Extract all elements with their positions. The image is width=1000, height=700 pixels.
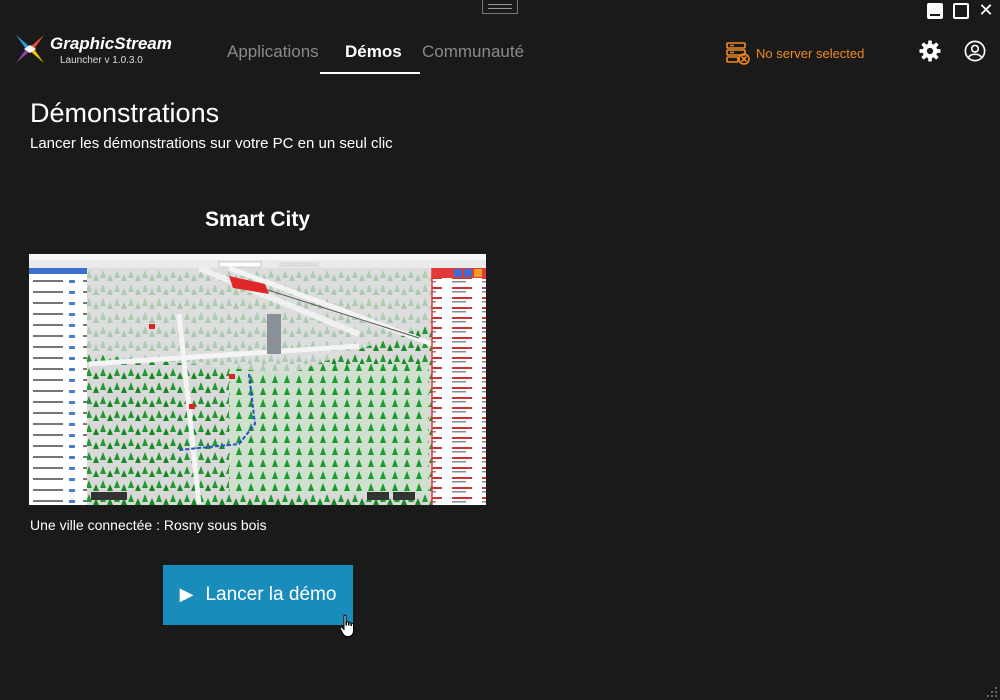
minimize-button[interactable] — [927, 3, 943, 19]
app-version: Launcher v 1.0.3.0 — [60, 55, 143, 66]
gear-icon[interactable] — [919, 40, 941, 62]
hand-pointer-cursor-icon — [339, 614, 354, 637]
brand: GraphicStream Launcher v 1.0.3.0 — [50, 34, 172, 67]
tab-demos[interactable]: Démos — [345, 42, 402, 62]
server-selector[interactable]: No server selected — [726, 41, 864, 65]
demo-thumbnail[interactable] — [29, 254, 486, 505]
graphicstream-logo-icon — [16, 35, 44, 63]
launch-demo-button[interactable]: ▶ Lancer la démo — [163, 565, 353, 625]
smart-city-screenshot-image — [29, 254, 486, 505]
tab-communaute[interactable]: Communauté — [422, 42, 524, 62]
active-tab-indicator — [320, 72, 420, 74]
close-button[interactable]: ✕ — [978, 2, 994, 20]
demo-title: Smart City — [204, 208, 311, 231]
tab-applications[interactable]: Applications — [227, 42, 319, 62]
server-status-text: No server selected — [756, 45, 865, 61]
resize-grip-icon[interactable] — [986, 686, 998, 698]
window-drag-handle[interactable] — [482, 0, 518, 14]
page-title: Démonstrations — [30, 98, 220, 128]
server-error-icon — [726, 42, 750, 65]
user-circle-icon[interactable] — [964, 40, 986, 62]
play-icon: ▶ — [179, 584, 194, 605]
maximize-button[interactable] — [953, 3, 969, 19]
page-subtitle: Lancer les démonstrations sur votre PC e… — [30, 135, 393, 152]
demo-description: Une ville connectée : Rosny sous bois — [30, 517, 267, 533]
app-name: GraphicStream — [50, 34, 172, 53]
launch-demo-label: Lancer la démo — [205, 584, 337, 605]
